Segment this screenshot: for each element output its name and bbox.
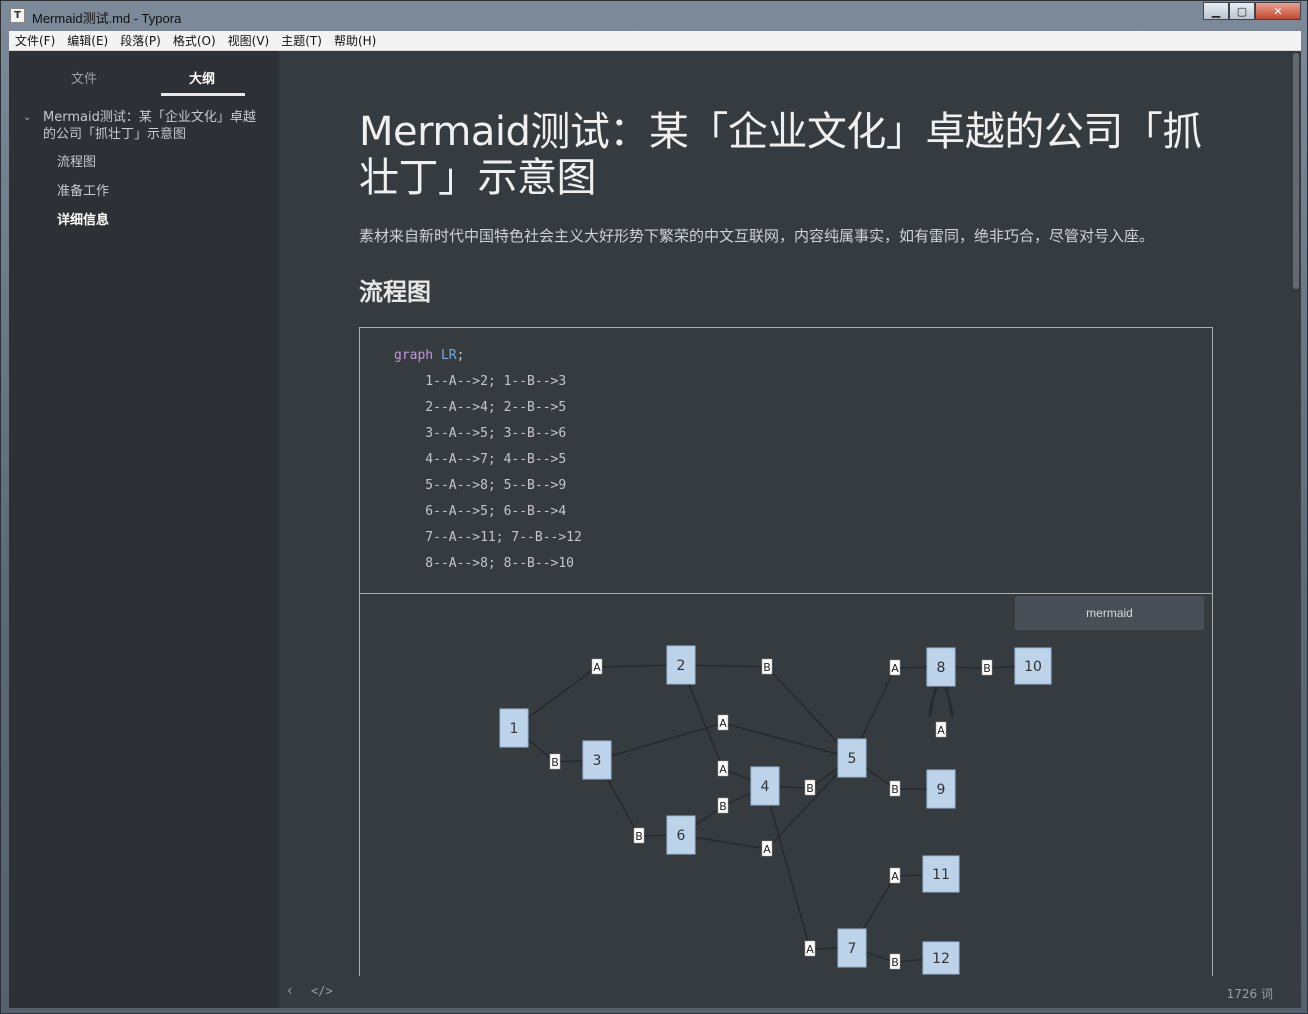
edge-label: B: [806, 782, 814, 795]
code-line: 8--A-->8; 8--B-->10: [394, 556, 575, 571]
sidebar-tabs: 文件 大纲: [9, 51, 279, 99]
tab-files[interactable]: 文件: [71, 68, 97, 87]
code-line: 4--A-->7; 4--B-->5: [394, 452, 567, 467]
menu-view[interactable]: 视图(V): [228, 32, 270, 49]
title-bar[interactable]: T Mermaid测试.md - Typora ▁ ▢ ✕: [1, 1, 1307, 30]
flowchart-node-label: 11: [932, 867, 950, 883]
sidebar: 文件 大纲 ⌄ Mermaid测试：某「企业文化」卓越的公司「抓壮丁」示意图 流…: [9, 51, 279, 1008]
maximize-button[interactable]: ▢: [1229, 2, 1255, 20]
flowchart-node-label: 9: [937, 782, 946, 798]
code-line: 6--A-->5; 6--B-->4: [394, 504, 567, 519]
code-line: 2--A-->4; 2--B-->5: [394, 400, 567, 415]
editor-pane[interactable]: Mermaid测试：某「企业文化」卓越的公司「抓壮丁」示意图 素材来自新时代中国…: [279, 51, 1291, 976]
minimize-button[interactable]: ▁: [1203, 2, 1229, 20]
edge-label: A: [891, 662, 899, 675]
menu-help[interactable]: 帮助(H): [334, 32, 376, 49]
typora-app-icon: T: [10, 8, 25, 23]
flowchart-edge: [513, 664, 682, 729]
document-title: Mermaid测试：某「企业文化」卓越的公司「抓壮丁」示意图: [359, 109, 1202, 201]
edge-label: A: [763, 843, 771, 856]
menu-theme[interactable]: 主题(T): [281, 32, 322, 49]
menu-paragraph[interactable]: 段落(P): [120, 32, 161, 49]
flowchart-edge: [764, 785, 853, 950]
word-count[interactable]: 1726 词: [1227, 985, 1273, 1002]
code-line: 3--A-->5; 3--B-->6: [394, 426, 567, 441]
flowchart-node-label: 8: [937, 660, 946, 676]
tab-outline[interactable]: 大纲: [189, 68, 215, 87]
edge-label: B: [635, 830, 643, 843]
flowchart-node-label: 4: [761, 779, 770, 795]
flowchart-node-label: 10: [1024, 659, 1042, 675]
outline-item-flowchart[interactable]: 流程图: [57, 151, 96, 170]
flowchart-node-label: 1: [510, 721, 519, 737]
edge-label: B: [551, 756, 559, 769]
edge-label: A: [719, 763, 727, 776]
flowchart-edge: [680, 664, 853, 759]
code-direction: LR: [440, 348, 457, 363]
window-controls: ▁ ▢ ✕: [1203, 2, 1301, 20]
flowchart-node-label: 7: [848, 941, 857, 957]
code-keyword: graph: [394, 348, 434, 363]
close-button[interactable]: ✕: [1255, 2, 1301, 20]
menu-edit[interactable]: 编辑(E): [67, 32, 108, 49]
outline-root-label: Mermaid测试：某「企业文化」卓越的公司「抓壮丁」示意图: [43, 110, 256, 142]
scrollbar-thumb[interactable]: [1293, 53, 1299, 289]
edge-label: B: [983, 662, 991, 675]
code-block[interactable]: graph LR; 1--A-->2; 1--B-->3 2--A-->4; 2…: [359, 327, 1213, 594]
edge-label: A: [937, 724, 945, 737]
source-mode-icon[interactable]: </>: [311, 984, 333, 998]
outline-item-details[interactable]: 详细信息: [57, 209, 109, 228]
flowchart-node-label: 5: [848, 751, 857, 767]
code-line: 1--A-->2; 1--B-->3: [394, 374, 567, 389]
toggle-sidebar-icon[interactable]: ‹: [287, 983, 293, 999]
code-line: 5--A-->8; 5--B-->9: [394, 478, 567, 493]
menu-format[interactable]: 格式(O): [173, 32, 216, 49]
status-bar: ‹ </> 1726 词: [279, 976, 1291, 1008]
document-paragraph: 素材来自新时代中国特色社会主义大好形势下繁荣的中文互联网，内容纯属事实，如有雷同…: [359, 227, 1155, 245]
edge-label: B: [891, 783, 899, 796]
edge-label: B: [891, 956, 899, 969]
chevron-down-icon[interactable]: ⌄: [23, 112, 31, 123]
menu-file[interactable]: 文件(F): [15, 32, 55, 49]
edge-label: B: [763, 661, 771, 674]
flowchart-node-label: 3: [593, 753, 602, 769]
outline-root-item[interactable]: ⌄ Mermaid测试：某「企业文化」卓越的公司「抓壮丁」示意图: [23, 109, 263, 143]
code-line-header: graph LR;: [394, 348, 464, 363]
edge-label: A: [891, 870, 899, 883]
outline-item-preparation[interactable]: 准备工作: [57, 180, 109, 199]
edge-label: A: [806, 943, 814, 956]
edge-label: A: [719, 717, 727, 730]
mermaid-flowchart: ABABABABABABABAB123456789101112: [499, 645, 1052, 975]
edge-label: A: [593, 661, 601, 674]
code-terminator: ;: [456, 348, 465, 363]
flowchart-node-label: 6: [677, 828, 686, 844]
code-line: 7--A-->11; 7--B-->12: [394, 530, 582, 545]
edge-label: B: [719, 800, 727, 813]
code-language-selector[interactable]: mermaid: [1015, 596, 1204, 630]
tab-active-indicator: [161, 93, 245, 96]
app-window: T Mermaid测试.md - Typora ▁ ▢ ✕ 文件(F) 编辑(E…: [0, 0, 1308, 1014]
vertical-scrollbar[interactable]: [1291, 51, 1301, 1008]
flowchart-node-label: 12: [932, 951, 950, 967]
flowchart-node-label: 2: [677, 658, 686, 674]
window-title: Mermaid测试.md - Typora: [32, 11, 182, 26]
flowchart-edge: [928, 685, 954, 718]
heading-flowchart: 流程图: [359, 278, 431, 306]
menu-bar: 文件(F) 编辑(E) 段落(P) 格式(O) 视图(V) 主题(T) 帮助(H…: [9, 31, 1301, 51]
